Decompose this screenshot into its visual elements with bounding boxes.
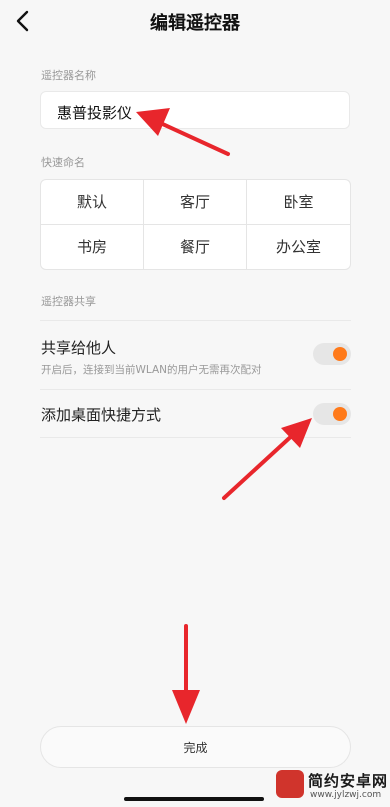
quick-name-option[interactable]: 客厅	[144, 180, 247, 225]
shortcut-row-title: 添加桌面快捷方式	[41, 406, 162, 424]
shortcut-toggle[interactable]	[313, 403, 351, 425]
watermark: 简约安卓网 www.jylzwj.com	[276, 768, 388, 804]
toggle-knob	[333, 407, 347, 421]
share-row-title: 共享给他人	[41, 339, 117, 357]
name-section-label: 遥控器名称	[41, 69, 96, 82]
home-indicator	[124, 797, 264, 801]
annotation-arrow-done	[172, 624, 200, 724]
remote-name-value: 惠普投影仪	[57, 104, 133, 122]
quick-name-option[interactable]: 默认	[41, 180, 144, 225]
share-section-label: 遥控器共享	[41, 295, 96, 308]
quick-name-label: 快速命名	[41, 156, 85, 169]
share-row-subtitle: 开启后，连接到当前WLAN的用户无需再次配对	[41, 364, 262, 376]
watermark-name: 简约安卓网	[308, 772, 389, 790]
done-label: 完成	[183, 740, 208, 755]
quick-name-option[interactable]: 餐厅	[144, 224, 247, 269]
remote-name-input[interactable]: 惠普投影仪	[40, 91, 350, 129]
watermark-url: www.jylzwj.com	[310, 790, 382, 800]
watermark-logo-icon	[276, 770, 304, 798]
quick-name-option[interactable]: 卧室	[247, 180, 350, 225]
toggle-knob	[333, 347, 347, 361]
page-title: 编辑遥控器	[150, 13, 240, 34]
quick-name-option[interactable]: 办公室	[247, 225, 350, 270]
divider	[40, 437, 351, 438]
annotation-arrow-shortcut	[222, 418, 312, 500]
header: 编辑遥控器	[0, 0, 390, 44]
share-toggle[interactable]	[313, 343, 351, 365]
quick-name-option[interactable]: 书房	[41, 224, 144, 269]
quick-name-grid: 默认 客厅 卧室 书房 餐厅 办公室	[40, 179, 351, 270]
divider	[40, 389, 351, 390]
divider	[40, 320, 351, 321]
done-button[interactable]: 完成	[40, 726, 351, 768]
